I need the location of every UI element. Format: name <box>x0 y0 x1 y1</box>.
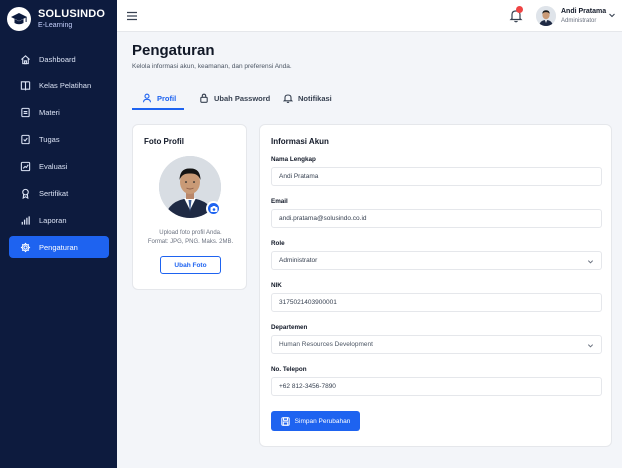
hamburger-menu-icon[interactable] <box>126 10 138 22</box>
user-icon <box>142 93 152 103</box>
active-tab-indicator <box>132 108 184 110</box>
tab-notifikasi[interactable]: Notifikasi <box>283 87 332 109</box>
sidebar-item-label: Laporan <box>39 215 67 225</box>
chevron-down-icon <box>587 260 594 264</box>
sidebar-item-label: Materi <box>39 108 60 118</box>
bar-chart-icon <box>21 216 30 225</box>
sidebar: SOLUSINDO E-Learning Dashboard Kelas Pel… <box>0 0 117 468</box>
card-title: Foto Profil <box>144 137 184 146</box>
nik-label: NIK <box>271 282 282 289</box>
sidebar-item-label: Kelas Pelatihan <box>39 81 92 91</box>
phone-label: No. Telepon <box>271 366 307 373</box>
sidebar-item-kelas-pelatihan[interactable]: Kelas Pelatihan <box>9 75 109 97</box>
lock-icon <box>200 93 208 103</box>
brand-name: SOLUSINDO <box>38 8 106 20</box>
save-icon <box>280 416 290 426</box>
brand[interactable]: SOLUSINDO E-Learning <box>6 4 105 34</box>
card-title: Informasi Akun <box>271 137 329 146</box>
tab-profil[interactable]: Profil <box>142 87 176 109</box>
profile-photo-card: Foto Profil Upload foto profil Anda. For… <box>132 124 247 290</box>
sidebar-item-label: Sertifikat <box>39 188 69 198</box>
chart-line-icon <box>20 161 31 172</box>
notification-badge <box>516 6 523 13</box>
sidebar-item-evaluasi[interactable]: Evaluasi <box>9 156 109 178</box>
nik-field[interactable]: 3175021403900001 <box>271 293 602 312</box>
camera-icon <box>210 205 217 212</box>
department-select[interactable]: Human Resources Development <box>271 335 602 354</box>
chevron-down-icon <box>587 344 594 348</box>
document-icon <box>21 108 30 118</box>
role-select[interactable]: Administrator <box>271 251 602 270</box>
avatar[interactable] <box>536 6 556 26</box>
award-icon <box>22 188 29 199</box>
sidebar-item-materi[interactable]: Materi <box>9 102 109 124</box>
save-button-label: Simpan Perubahan <box>294 417 351 425</box>
sidebar-item-sertifikat[interactable]: Sertifikat <box>9 182 109 204</box>
sidebar-item-laporan[interactable]: Laporan <box>9 209 109 231</box>
tab-label: Ubah Password <box>214 93 271 103</box>
save-changes-button[interactable]: Simpan Perubahan <box>271 411 360 431</box>
sidebar-nav: Dashboard Kelas Pelatihan Materi Tugas E… <box>9 48 109 263</box>
email-field[interactable]: andi.pratama@solusindo.co.id <box>271 209 602 228</box>
sidebar-item-label: Evaluasi <box>39 162 68 172</box>
role-label: Role <box>271 240 285 247</box>
sidebar-item-label: Dashboard <box>39 54 76 64</box>
phone-field[interactable]: +62 812-3456-7890 <box>271 377 602 396</box>
gear-icon <box>20 242 31 252</box>
checklist-icon <box>21 134 30 145</box>
upload-hint-line: Upload foto profil Anda. <box>159 230 222 236</box>
sidebar-item-pengaturan[interactable]: Pengaturan <box>9 236 109 259</box>
name-field[interactable]: Andi Pratama <box>271 167 602 186</box>
tab-ubah-password[interactable]: Ubah Password <box>199 87 270 109</box>
chevron-down-icon[interactable] <box>608 11 616 19</box>
sidebar-item-label: Pengaturan <box>39 242 78 252</box>
user-role: Administrator <box>561 18 597 24</box>
sidebar-item-tugas[interactable]: Tugas <box>9 129 109 151</box>
page-title: Pengaturan <box>132 42 215 59</box>
department-label: Departemen <box>271 324 308 331</box>
settings-tabs: Profil Ubah Password Notifikasi <box>132 87 612 110</box>
change-photo-camera-button[interactable] <box>206 201 221 216</box>
graduation-cap-icon <box>7 7 31 31</box>
role-value: Administrator <box>279 257 318 264</box>
tab-label: Notifikasi <box>298 93 332 103</box>
email-label: Email <box>271 198 288 205</box>
sidebar-item-label: Tugas <box>39 135 60 145</box>
brand-subtitle: E-Learning <box>38 22 73 29</box>
user-name[interactable]: Andi Pratama <box>561 8 606 15</box>
bell-icon <box>283 94 293 103</box>
upload-hint: Upload foto profil Anda. Format: JPG, PN… <box>133 229 248 246</box>
department-value: Human Resources Development <box>279 341 373 348</box>
page-subtitle: Kelola informasi akun, keamanan, dan pre… <box>132 63 292 70</box>
home-icon <box>21 54 30 64</box>
name-label: Nama Lengkap <box>271 156 316 163</box>
sidebar-item-dashboard[interactable]: Dashboard <box>9 48 109 70</box>
tab-label: Profil <box>157 93 177 103</box>
upload-hint-line: Format: JPG, PNG. Maks. 2MB. <box>147 238 234 245</box>
change-photo-button[interactable]: Ubah Foto <box>160 256 221 274</box>
book-icon <box>20 81 31 92</box>
account-info-card: Informasi Akun Nama Lengkap Andi Pratama… <box>259 124 612 447</box>
topbar: Andi Pratama Administrator <box>117 0 622 32</box>
